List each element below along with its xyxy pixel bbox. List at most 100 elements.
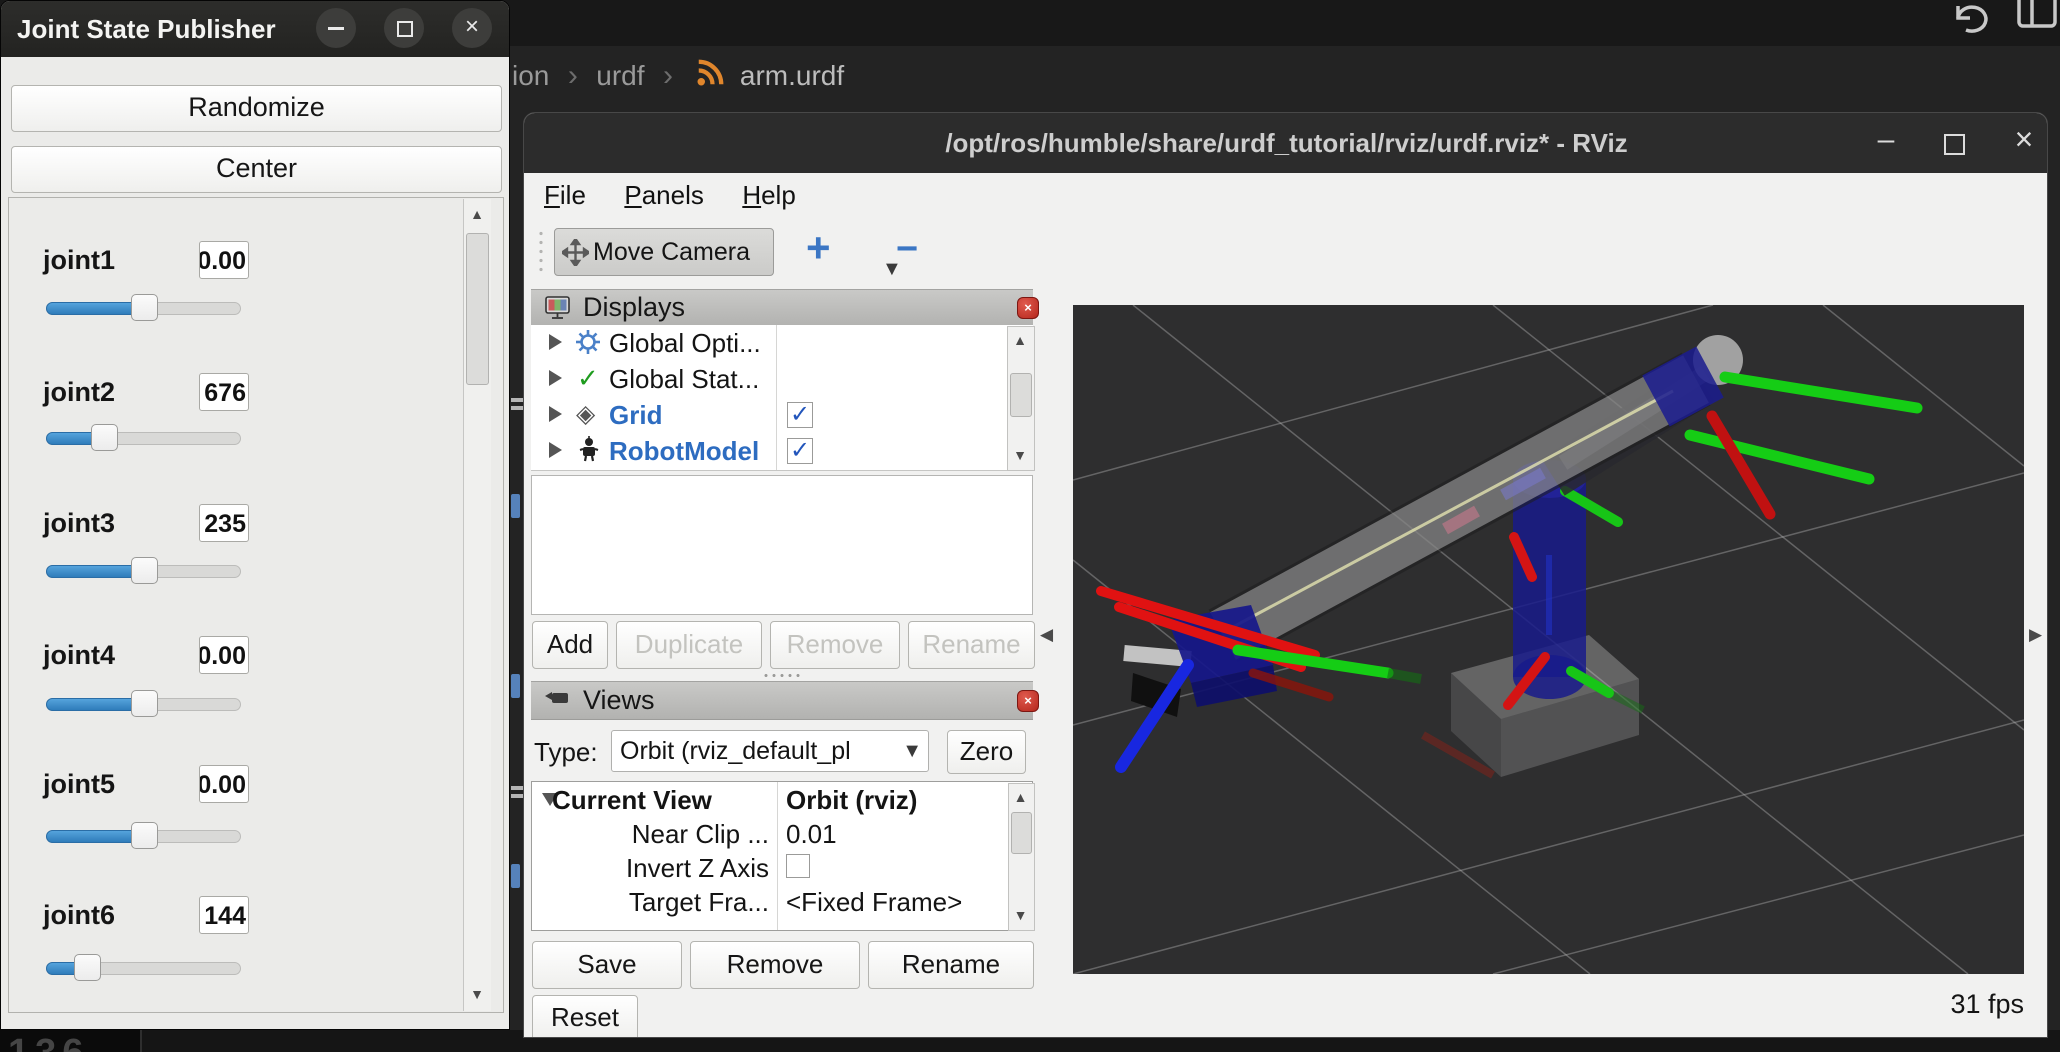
slider-handle[interactable]: [131, 294, 158, 321]
joint-value-field[interactable]: 235: [199, 504, 249, 542]
close-icon: ×: [1024, 693, 1032, 708]
rviz-titlebar[interactable]: /opt/ros/humble/share/urdf_tutorial/rviz…: [524, 113, 2048, 173]
tree-row-label[interactable]: RobotModel: [609, 436, 759, 467]
add-display-button[interactable]: Add: [532, 621, 608, 669]
reset-button[interactable]: Reset: [532, 995, 638, 1038]
panel-collapse-right-icon[interactable]: ▶: [2029, 625, 2042, 645]
minimize-button[interactable]: [316, 8, 356, 48]
maximize-button[interactable]: [384, 8, 424, 48]
close-icon: ×: [465, 13, 479, 40]
property-value[interactable]: 0.01: [786, 819, 837, 850]
scrollbar-thumb[interactable]: [466, 233, 489, 385]
slider-handle[interactable]: [131, 690, 158, 717]
views-panel-header[interactable]: Views ×: [531, 681, 1033, 720]
view-type-combobox[interactable]: Orbit (rviz_default_pl ▼: [611, 730, 929, 772]
displays-close-button[interactable]: ×: [1017, 297, 1039, 319]
randomize-button[interactable]: Randomize: [11, 85, 502, 132]
joint-slider[interactable]: [46, 565, 241, 578]
save-view-button[interactable]: Save: [532, 941, 682, 989]
type-label: Type:: [534, 737, 598, 768]
property-key[interactable]: Invert Z Axis: [554, 853, 769, 884]
scrollbar[interactable]: ▲ ▼: [1008, 783, 1035, 931]
menu-help[interactable]: Help: [742, 173, 795, 217]
scroll-up-icon[interactable]: ▲: [1009, 784, 1032, 810]
table-column-divider: [777, 782, 778, 930]
scroll-down-icon[interactable]: ▼: [464, 981, 490, 1007]
joint-value-field[interactable]: 0.00: [199, 765, 249, 803]
panel-layout-icon[interactable]: [2016, 0, 2058, 35]
panel-splitter-handle[interactable]: [762, 673, 802, 678]
move-arrows-icon: [562, 239, 589, 271]
chevron-right-icon: ›: [663, 59, 673, 93]
tree-row[interactable]: ✓ Global Stat...: [531, 361, 1033, 397]
joint-slider[interactable]: [46, 962, 241, 975]
tree-row-label[interactable]: Global Opti...: [609, 328, 761, 359]
scroll-up-icon[interactable]: ▲: [1008, 327, 1032, 353]
move-camera-tool-button[interactable]: Move Camera: [554, 228, 774, 276]
invert-z-checkbox[interactable]: [786, 854, 810, 878]
views-close-button[interactable]: ×: [1017, 690, 1039, 712]
menu-file[interactable]: File: [544, 173, 586, 217]
rename-view-button[interactable]: Rename: [868, 941, 1034, 989]
joint-value-field[interactable]: 676: [199, 373, 249, 411]
joint-slider[interactable]: [46, 432, 241, 445]
scroll-down-icon[interactable]: ▼: [1009, 902, 1032, 928]
slider-handle[interactable]: [131, 557, 158, 584]
property-key[interactable]: Target Fra...: [554, 887, 769, 918]
remove-display-button[interactable]: Remove: [770, 621, 900, 669]
property-value[interactable]: Orbit (rviz): [786, 785, 917, 816]
tree-row[interactable]: RobotModel ✓: [531, 433, 1033, 469]
maximize-button[interactable]: [1944, 134, 1965, 155]
joint-value-field[interactable]: 0.00: [199, 636, 249, 674]
minimize-button[interactable]: –: [1866, 123, 1906, 157]
tree-row[interactable]: Global Opti...: [531, 325, 1033, 361]
expander-icon[interactable]: [549, 370, 562, 386]
tree-row-label[interactable]: Grid: [609, 400, 662, 431]
joint-slider[interactable]: [46, 302, 241, 315]
expander-icon[interactable]: [549, 442, 562, 458]
tree-row[interactable]: ◈ Grid ✓: [531, 397, 1033, 433]
duplicate-display-button[interactable]: Duplicate: [616, 621, 762, 669]
zero-button[interactable]: Zero: [947, 730, 1026, 774]
undo-icon[interactable]: [1948, 2, 1994, 41]
scroll-up-icon[interactable]: ▲: [464, 201, 490, 227]
joint-slider[interactable]: [46, 698, 241, 711]
expander-icon[interactable]: [549, 334, 562, 350]
scrollbar-thumb[interactable]: [1011, 812, 1032, 854]
close-icon: ×: [1024, 300, 1032, 315]
enabled-checkbox[interactable]: ✓: [787, 402, 813, 428]
property-key[interactable]: Current View: [552, 785, 712, 816]
scroll-down-icon[interactable]: ▼: [1008, 442, 1032, 468]
property-value[interactable]: <Fixed Frame>: [786, 887, 962, 918]
breadcrumb-item-current[interactable]: arm.urdf: [740, 60, 844, 92]
breadcrumb-item[interactable]: ion: [512, 60, 549, 92]
jsp-titlebar[interactable]: Joint State Publisher ×: [1, 1, 509, 57]
rename-display-button[interactable]: Rename: [908, 621, 1035, 669]
panel-collapse-left-icon[interactable]: ◀: [1040, 625, 1053, 645]
expander-icon[interactable]: [549, 406, 562, 422]
joint-value-field[interactable]: 0.00: [199, 241, 249, 279]
joint-slider[interactable]: [46, 830, 241, 843]
breadcrumb-item[interactable]: urdf: [596, 60, 644, 92]
3d-viewport[interactable]: [1073, 305, 2024, 974]
close-button[interactable]: ×: [452, 8, 492, 48]
close-button[interactable]: ×: [2004, 121, 2044, 158]
slider-handle[interactable]: [74, 954, 101, 981]
add-tool-plus-icon[interactable]: +: [806, 224, 831, 272]
scrollbar[interactable]: ▲ ▼: [1007, 326, 1035, 471]
property-key[interactable]: Near Clip ...: [554, 819, 769, 850]
slider-handle[interactable]: [131, 822, 158, 849]
menu-panels[interactable]: Panels: [624, 173, 704, 217]
remove-view-button[interactable]: Remove: [690, 941, 860, 989]
scrollbar-thumb[interactable]: [1010, 373, 1032, 417]
tree-row-label[interactable]: Global Stat...: [609, 364, 759, 395]
toolbar-overflow-caret-icon[interactable]: ▼: [882, 258, 902, 281]
center-button[interactable]: Center: [11, 146, 502, 193]
slider-handle[interactable]: [91, 424, 118, 451]
move-camera-label: Move Camera: [593, 229, 750, 275]
toolbar-grip-handle[interactable]: [537, 229, 545, 273]
scrollbar[interactable]: ▲ ▼: [463, 199, 491, 1011]
displays-panel-header[interactable]: Displays ×: [531, 289, 1033, 327]
enabled-checkbox[interactable]: ✓: [787, 438, 813, 464]
joint-value-field[interactable]: 144: [199, 896, 249, 934]
